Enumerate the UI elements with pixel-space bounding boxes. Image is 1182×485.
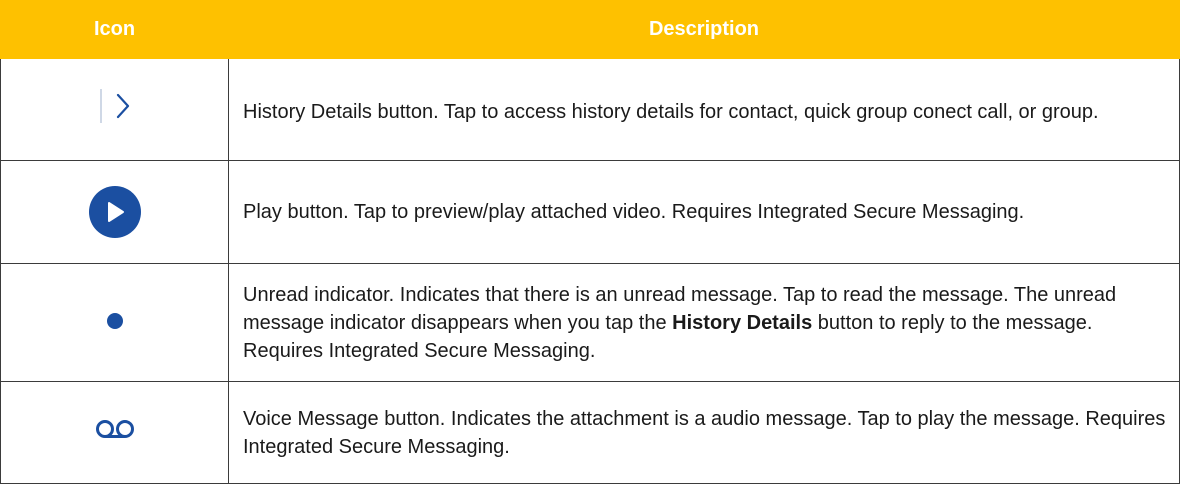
history-details-bold: History Details (672, 311, 813, 334)
icon-cell (0, 160, 229, 264)
table-row: Play button. Tap to preview/play attache… (0, 160, 1180, 264)
table-row: Voice Message button. Indicates the atta… (0, 381, 1180, 484)
description-cell: History Details button. Tap to access hi… (228, 58, 1180, 161)
icon-description-table: Icon Description History Details button.… (0, 0, 1180, 484)
description-cell: Play button. Tap to preview/play attache… (228, 160, 1180, 264)
chevron-right-icon (99, 88, 130, 123)
description-cell: Unread indicator. Indicates that there i… (228, 263, 1180, 382)
table-header-row: Icon Description (0, 0, 1180, 59)
icon-cell (0, 58, 229, 161)
icon-cell (0, 381, 229, 484)
table-row: History Details button. Tap to access hi… (0, 58, 1180, 161)
icon-cell (0, 263, 229, 382)
table-row: Unread indicator. Indicates that there i… (0, 263, 1180, 382)
play-circle-icon (88, 186, 141, 238)
icon-column-header: Icon (0, 0, 229, 59)
unread-dot-icon (106, 312, 123, 329)
voicemail-icon (95, 419, 135, 445)
description-column-header: Description (228, 0, 1180, 59)
description-cell: Voice Message button. Indicates the atta… (228, 381, 1180, 484)
